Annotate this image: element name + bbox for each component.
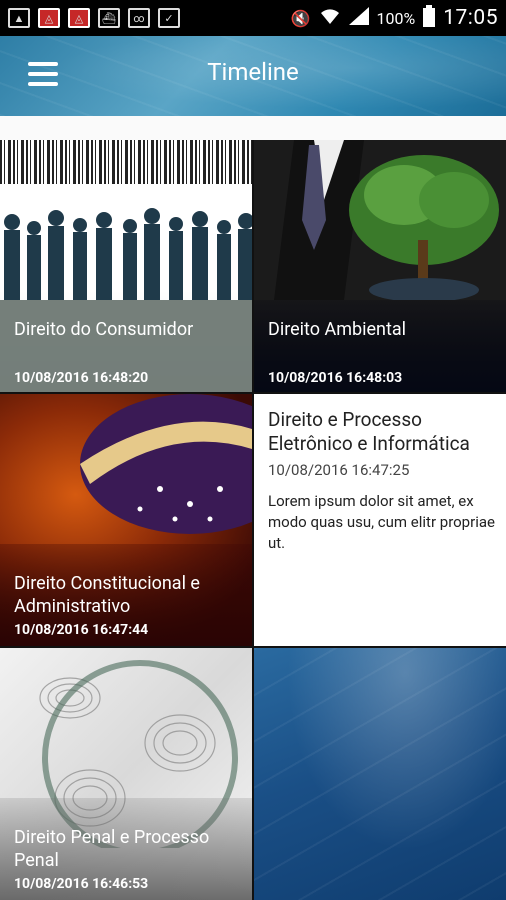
card-title: Direito Ambiental [268,319,407,340]
timeline-card-blue[interactable] [254,648,506,900]
brazil-flag-image [80,394,252,534]
card-title: Direito do Consumidor [14,319,194,340]
system-icons: 🔇 100% 17:05 [291,5,498,31]
card-date: 10/08/2016 16:47:25 [268,461,410,479]
timeline-card-electronic[interactable]: Direito e Processo Eletrônico e Informát… [254,394,506,646]
battery-icon [423,5,436,31]
businessman-tree-image [254,140,506,300]
card-title: Direito e Processo Eletrônico e Informát… [268,408,470,455]
app-notification-icon: ◬ [38,8,60,28]
card-excerpt: Lorem ipsum dolor sit amet, ex modo quas… [268,492,495,552]
crowd-silhouette-image [4,208,252,300]
notification-icons: ▲ ◬ ◬ ⛴ ∞ ✓ [8,8,180,28]
voicemail-notification-icon: ∞ [128,8,150,28]
header-spacer [0,116,506,140]
timeline-card-penal[interactable]: Direito Penal e Processo Penal 10/08/201… [0,648,252,900]
signal-icon [348,7,369,29]
clock: 17:05 [443,6,498,30]
wifi-icon [319,7,341,29]
battery-percent: 100% [376,8,416,28]
app-notification-icon: ◬ [68,8,90,28]
page-title: Timeline [207,58,299,86]
barcode-image [0,140,252,184]
card-date: 10/08/2016 16:48:03 [268,370,403,386]
card-date: 10/08/2016 16:47:44 [14,622,149,638]
card-date: 10/08/2016 16:46:53 [14,876,149,892]
card-title: Direito Constitucional e Administrativo [14,573,200,617]
task-notification-icon: ✓ [158,8,180,28]
timeline-card-consumer[interactable]: Direito do Consumidor 10/08/2016 16:48:2… [0,140,252,392]
timeline-grid: Direito do Consumidor 10/08/2016 16:48:2… [0,140,506,900]
status-bar: ▲ ◬ ◬ ⛴ ∞ ✓ 🔇 100% 17:05 [0,0,506,36]
chart-notification-icon: ▲ [8,8,30,28]
card-title: Direito Penal e Processo Penal [14,827,210,871]
card-date: 10/08/2016 16:48:20 [14,370,149,386]
timeline-card-constitutional[interactable]: Direito Constitucional e Administrativo … [0,394,252,646]
mute-icon: 🔇 [290,8,311,28]
app-bar: Timeline [0,36,506,116]
timeline-card-environment[interactable]: Direito Ambiental 10/08/2016 16:48:03 [254,140,506,392]
ship-notification-icon: ⛴ [98,8,120,28]
